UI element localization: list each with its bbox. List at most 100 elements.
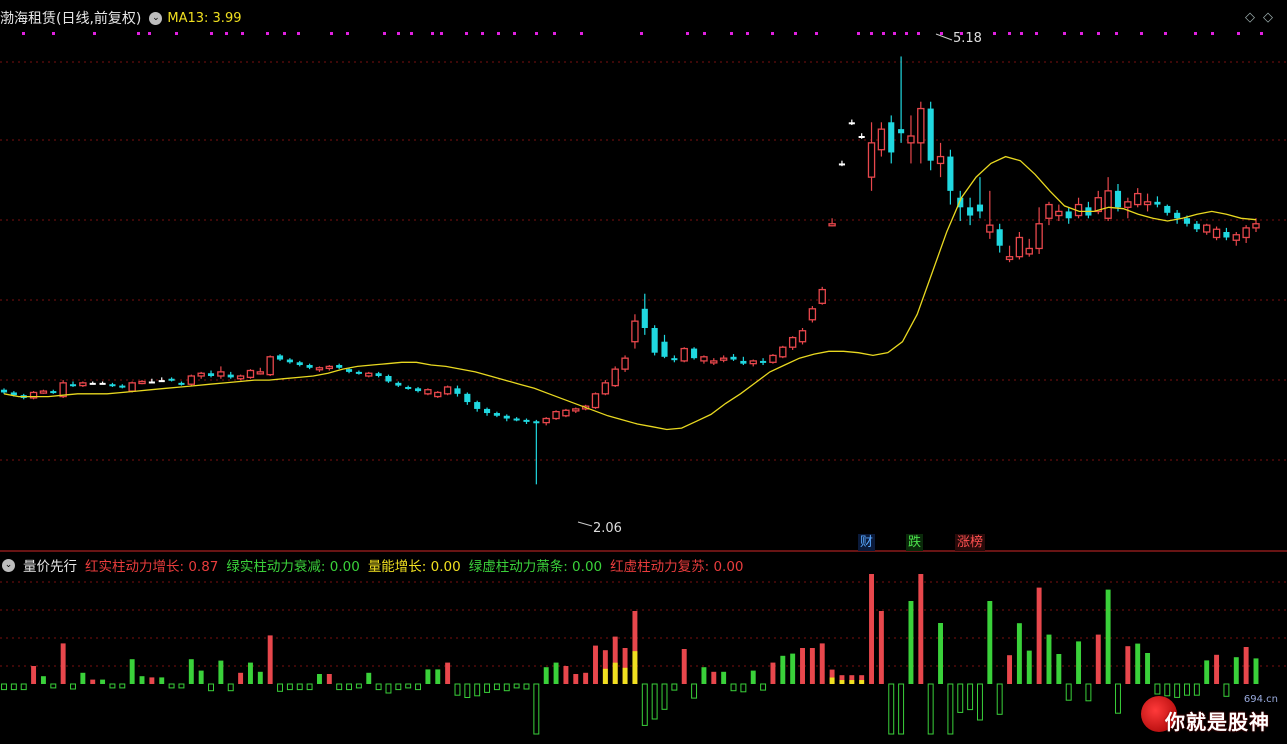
ind-bar-down [888,683,895,735]
signal-marker [431,32,434,35]
fall-tag[interactable]: 跌 [906,534,924,551]
candle-body-down [109,384,116,387]
rise-list-tag[interactable]: 涨榜 [955,534,986,551]
candle-body-down [1193,223,1200,230]
signal-marker [535,32,538,35]
candle-body-up [39,390,48,394]
ind-bar-up [80,672,86,684]
candle-body-down [395,382,402,386]
candle-body-up [877,128,886,151]
candle-body-up [434,391,442,398]
candle-body-down [119,385,126,388]
candle-body-down [483,408,491,414]
candle-body-up [818,288,826,304]
candle-body-up [719,357,728,361]
candle-body-up [1124,201,1132,208]
ind-bar-up [721,671,727,684]
ind-bar-down [70,683,76,690]
ind-bar-down [336,683,343,691]
candle-body-down [1223,232,1230,238]
ind-bar-up [573,674,579,684]
candle-body-up [315,367,324,371]
ind-bar-down [10,683,17,691]
signal-marker [241,32,244,35]
candle-body-down [927,108,934,161]
ind-bar-down [395,683,402,691]
candle-body-down [996,229,1003,246]
ind-bar-up [1253,658,1259,684]
signal-marker [346,32,349,35]
ind-bar-down [641,683,648,726]
candle-body-down [493,413,500,416]
signal-marker [440,32,443,35]
ind-bar-down [927,683,934,735]
ind-bar-up [1036,587,1042,684]
candle-body-down [168,378,175,381]
ind-bar-up [445,662,451,684]
ind-bar-down [671,683,678,691]
signal-marker [1140,32,1143,35]
ind-bar-up [1214,654,1220,684]
legend-green-hollow: 绿虚柱动力萧条: 0.00 [468,559,603,575]
ind-bar-up [129,659,135,684]
ind-bar-up [257,671,263,684]
ind-bar-up [681,649,687,684]
candle-body-up [601,382,610,395]
candle-body-up [443,386,452,395]
candle-body-up [631,320,639,343]
ind-bar-up [40,676,46,684]
ind-bar-down [405,683,412,689]
candle-body-up [246,369,255,379]
candle-body-up [828,223,836,227]
ind-bar-down [730,683,737,692]
candle-body-up [256,371,265,375]
price-chart-panel[interactable]: 渤海租赁(日线,前复权) ⌄ MA13: 3.99 ◇◇ 5.18 2.06 财… [0,0,1287,552]
candle-body-down [306,365,313,368]
signal-marker [1237,32,1240,35]
ind-bar-down [168,683,175,689]
signal-marker [175,32,178,35]
chevron-down-icon[interactable]: ⌄ [149,11,163,25]
indicator-panel[interactable] [0,552,1287,740]
candle-body-down [651,328,658,353]
signal-marker [497,32,500,35]
candle-body-up [325,365,334,370]
candle-body-down [375,373,382,376]
signal-marker [893,32,896,35]
ind-bar-up [869,574,874,684]
ind-bar-down [474,683,481,697]
ind-bar-up [908,601,914,684]
ind-bar-down [996,683,1003,715]
ind-bar-yellow [829,677,835,684]
candle-body-up [197,372,205,377]
candle-body-down [454,388,461,394]
candle-body-down [0,389,8,393]
ind-bar-down [178,683,185,689]
legend-red-hollow: 红虚柱动力复苏: 0.00 [610,559,744,575]
candle-body-up [542,417,550,424]
candle-body-down [286,359,293,363]
toolbar-diamond-icons[interactable]: ◇◇ [1245,10,1281,25]
candle-body-up [808,308,817,321]
ind-bar-up [238,672,244,684]
candle-body-up [128,382,136,392]
ind-bar-down [947,683,954,735]
signal-marker [410,32,413,35]
candle-body-down [523,419,530,422]
signal-marker [905,32,908,35]
indicator-chevron-icon[interactable]: ⌄ [2,558,15,572]
candle-body-down [99,382,106,385]
candle-body-up [749,360,757,365]
signal-marker [52,32,55,35]
candle-body-up [680,347,688,362]
signal-marker [703,32,706,35]
candle-body-down [976,204,984,212]
signal-marker [383,32,386,35]
ind-bar-up [139,676,145,684]
ind-bar-down [277,683,283,692]
finance-tag[interactable]: 财 [858,534,876,551]
signal-marker [553,32,556,35]
ind-bar-up [583,672,589,684]
ind-bar-up [790,653,796,684]
ind-bar-down [454,683,461,696]
